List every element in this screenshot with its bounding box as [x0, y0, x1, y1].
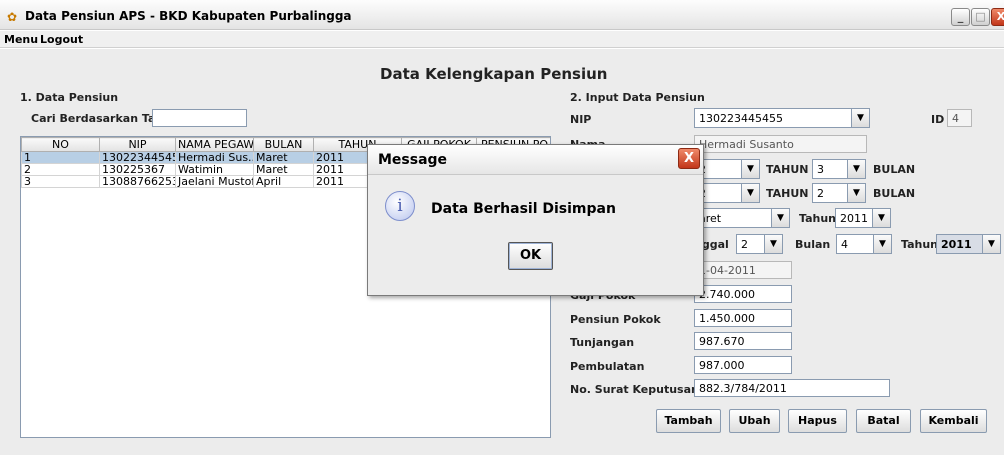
tahun-value: 2011: [941, 238, 972, 251]
tanggal-value: 2: [741, 238, 748, 251]
tahun-pensiun-value: 2011: [840, 212, 868, 225]
tahun-dropdown[interactable]: 2011 ▼: [936, 234, 1001, 254]
maximize-button[interactable]: □: [971, 8, 990, 26]
no-surat-keputusan-input[interactable]: 882.3/784/2011: [694, 379, 890, 397]
chevron-down-icon: ▼: [872, 209, 890, 227]
section-data-pensiun: 1. Data Pensiun: [20, 91, 119, 104]
tanggal-pensiun-field: 1-04-2011: [694, 261, 792, 279]
page-heading: Data Kelengkapan Pensiun: [380, 65, 608, 83]
close-window-button[interactable]: X: [991, 8, 1004, 26]
tambah-button[interactable]: Tambah: [656, 409, 721, 433]
batal-button[interactable]: Batal: [856, 409, 911, 433]
bulan-label-4: Bulan: [795, 238, 831, 251]
dialog-close-button[interactable]: X: [678, 148, 700, 169]
dialog-title: Message: [378, 152, 448, 168]
kembali-button[interactable]: Kembali: [920, 409, 987, 433]
table-cell: Watimin: [175, 163, 254, 176]
masa-kerja-1-bulan-value: 3: [817, 163, 824, 176]
hapus-button[interactable]: Hapus: [788, 409, 847, 433]
tanggal-dropdown[interactable]: 2 ▼: [736, 234, 783, 254]
chevron-down-icon: ▼: [873, 235, 891, 253]
table-cell: Jaelani Mustofa: [175, 175, 254, 188]
pembulatan-label: Pembulatan: [570, 360, 645, 373]
masa-kerja-2-bulan-value: 2: [817, 187, 824, 200]
table-cell: Maret: [253, 163, 314, 176]
minimize-button[interactable]: _: [951, 8, 970, 26]
table-cell: 2: [21, 163, 100, 176]
chevron-down-icon: ▼: [741, 160, 759, 178]
id-label: ID: [931, 113, 945, 126]
pembulatan-input[interactable]: 987.000: [694, 356, 792, 374]
table-cell: Hermadi Sus...: [175, 151, 254, 164]
column-header-no[interactable]: NO: [21, 137, 100, 152]
tahun-label-3: Tahun: [799, 212, 837, 225]
info-icon: i: [385, 191, 415, 221]
pensiun-pokok-label: Pensiun Pokok: [570, 313, 661, 326]
search-year-input[interactable]: [152, 109, 247, 127]
tahun-label-2: TAHUN: [766, 187, 809, 200]
masa-kerja-2-bulan-dropdown[interactable]: 2 ▼: [812, 183, 866, 203]
chevron-down-icon: ▼: [771, 209, 789, 227]
table-cell: 130223445455: [99, 151, 176, 164]
table-cell: Maret: [253, 151, 314, 164]
table-cell: 13088766253: [99, 175, 176, 188]
gaji-pokok-input[interactable]: 2.740.000: [694, 285, 792, 303]
dialog-message: Data Berhasil Disimpan: [431, 201, 616, 217]
window-titlebar: ✿ Data Pensiun APS - BKD Kabupaten Purba…: [0, 0, 1004, 30]
pensiun-pokok-input[interactable]: 1.450.000: [694, 309, 792, 327]
message-dialog: Message X i Data Berhasil Disimpan OK: [367, 144, 704, 296]
chevron-down-icon: ▼: [847, 160, 865, 178]
app-icon: ✿: [7, 10, 18, 24]
nip-dropdown[interactable]: 130223445455 ▼: [694, 108, 870, 128]
menu-bar: Menu Logout: [0, 31, 1004, 48]
chevron-down-icon: ▼: [741, 184, 759, 202]
column-header-nip[interactable]: NIP: [99, 137, 176, 152]
tunjangan-input[interactable]: 987.670: [694, 332, 792, 350]
nip-label: NIP: [570, 113, 592, 126]
tahun-label-4: Tahun: [901, 238, 939, 251]
tahun-label-1: TAHUN: [766, 163, 809, 176]
nip-value: 130223445455: [699, 112, 783, 125]
menu-item-logout[interactable]: Logout: [40, 33, 83, 46]
chevron-down-icon: ▼: [982, 235, 1000, 253]
bulan-value: 4: [841, 238, 848, 251]
bulan-dropdown[interactable]: 4 ▼: [836, 234, 892, 254]
ubah-button[interactable]: Ubah: [729, 409, 780, 433]
id-field: 4: [947, 109, 972, 127]
tahun-pensiun-dropdown[interactable]: 2011 ▼: [835, 208, 891, 228]
chevron-down-icon: ▼: [851, 109, 869, 127]
chevron-down-icon: ▼: [847, 184, 865, 202]
ok-button[interactable]: OK: [508, 242, 553, 270]
bulan-label-1: BULAN: [873, 163, 916, 176]
chevron-down-icon: ▼: [764, 235, 782, 253]
table-cell: 3: [21, 175, 100, 188]
table-cell: April: [253, 175, 314, 188]
section-input-data-pensiun: 2. Input Data Pensiun: [570, 91, 705, 104]
window-title: Data Pensiun APS - BKD Kabupaten Purbali…: [25, 9, 352, 23]
dialog-titlebar: Message X: [368, 145, 703, 175]
table-cell: 1: [21, 151, 100, 164]
column-header-bulan[interactable]: BULAN: [253, 137, 314, 152]
table-cell: 130225367: [99, 163, 176, 176]
bulan-label-2: BULAN: [873, 187, 916, 200]
no-surat-keputusan-label: No. Surat Keputusan: [570, 383, 699, 396]
tunjangan-label: Tunjangan: [570, 336, 635, 349]
menu-item-menu[interactable]: Menu: [4, 33, 38, 46]
nama-field: Hermadi Susanto: [694, 135, 867, 153]
masa-kerja-1-bulan-dropdown[interactable]: 3 ▼: [812, 159, 866, 179]
column-header-nama[interactable]: NAMA PEGAWAI: [175, 137, 254, 152]
bulan-pensiun-dropdown[interactable]: aret ▼: [694, 208, 790, 228]
